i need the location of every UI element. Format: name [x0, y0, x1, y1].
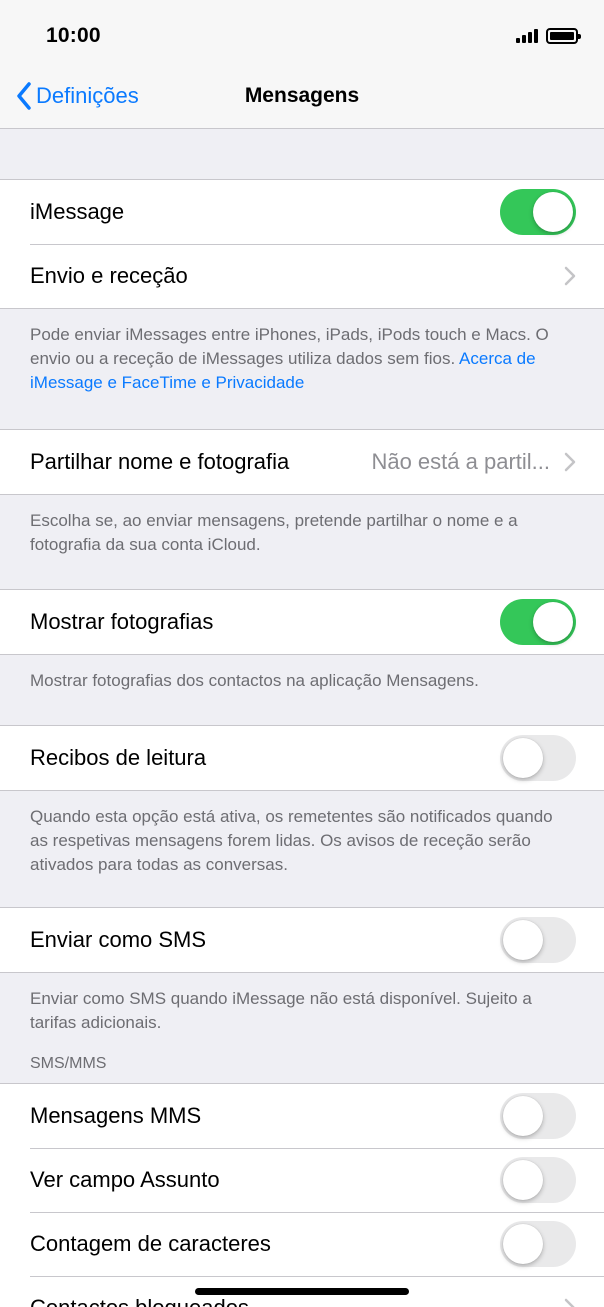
section-header-sms-mms: SMS/MMS: [30, 1055, 107, 1072]
imessage-label: iMessage: [30, 199, 125, 224]
envio-rececao-label: Envio e receção: [30, 263, 188, 288]
enviar-sms-footer: Enviar como SMS quando iMessage não está…: [30, 989, 532, 1032]
partilhar-row[interactable]: Partilhar nome e fotografia Não está a p…: [0, 430, 604, 494]
contagem-toggle[interactable]: [500, 1221, 576, 1267]
battery-icon: [546, 28, 581, 44]
mostrar-fotos-group: Mostrar fotografias: [0, 589, 604, 655]
chevron-right-icon: [564, 452, 576, 472]
assunto-label: Ver campo Assunto: [30, 1167, 220, 1192]
imessage-footer: Pode enviar iMessages entre iPhones, iPa…: [0, 309, 604, 429]
partilhar-value-text: Não está a partil...: [371, 449, 550, 474]
envio-rececao-row[interactable]: Envio e receção: [0, 244, 604, 308]
home-indicator[interactable]: [195, 1288, 409, 1295]
assunto-row: Ver campo Assunto: [0, 1148, 604, 1212]
chevron-right-icon: [564, 1298, 575, 1307]
page-title: Mensagens: [244, 84, 360, 107]
recibos-row: Recibos de leitura: [0, 726, 604, 790]
mostrar-fotos-toggle[interactable]: [500, 599, 576, 645]
recibos-group: Recibos de leitura: [0, 725, 604, 791]
status-icons: [516, 28, 581, 44]
enviar-sms-row: Enviar como SMS: [0, 908, 604, 972]
mostrar-fotos-footer: Mostrar fotografias dos contactos na apl…: [30, 671, 479, 690]
mostrar-fotos-row: Mostrar fotografias: [0, 590, 604, 654]
assunto-toggle[interactable]: [500, 1157, 576, 1203]
enviar-sms-group: Enviar como SMS: [0, 907, 604, 973]
partilhar-footer: Escolha se, ao enviar mensagens, pretend…: [30, 511, 518, 554]
mms-row: Mensagens MMS: [0, 1084, 604, 1148]
signal-icon: [516, 29, 538, 43]
chevron-right-icon: [564, 266, 576, 286]
imessage-row: iMessage: [0, 180, 604, 244]
imessage-toggle[interactable]: [500, 189, 576, 235]
status-bar: 10:00: [0, 0, 604, 68]
contagem-label: Contagem de caracteres: [30, 1231, 271, 1256]
mms-label: Mensagens MMS: [30, 1103, 202, 1128]
sms-mms-group: Mensagens MMS Ver campo Assunto Contagem…: [0, 1083, 604, 1307]
nav-bar: Definições Mensagens: [0, 68, 604, 129]
mostrar-fotos-label: Mostrar fotografias: [30, 609, 214, 634]
partilhar-value: Não está a partil...: [371, 449, 576, 475]
bloqueados-label: Contactos bloqueados: [30, 1295, 249, 1307]
recibos-label: Recibos de leitura: [30, 745, 207, 770]
mms-toggle[interactable]: [500, 1093, 576, 1139]
partilhar-label: Partilhar nome e fotografia: [30, 449, 290, 474]
imessage-group: iMessage Envio e receção: [0, 179, 604, 309]
recibos-footer: Quando esta opção está ativa, os remeten…: [30, 807, 553, 874]
status-time: 10:00: [46, 24, 101, 47]
contagem-row: Contagem de caracteres: [0, 1212, 604, 1276]
recibos-toggle[interactable]: [500, 735, 576, 781]
partilhar-group: Partilhar nome e fotografia Não está a p…: [0, 429, 604, 495]
enviar-sms-toggle[interactable]: [500, 917, 576, 963]
enviar-sms-label: Enviar como SMS: [30, 927, 207, 952]
